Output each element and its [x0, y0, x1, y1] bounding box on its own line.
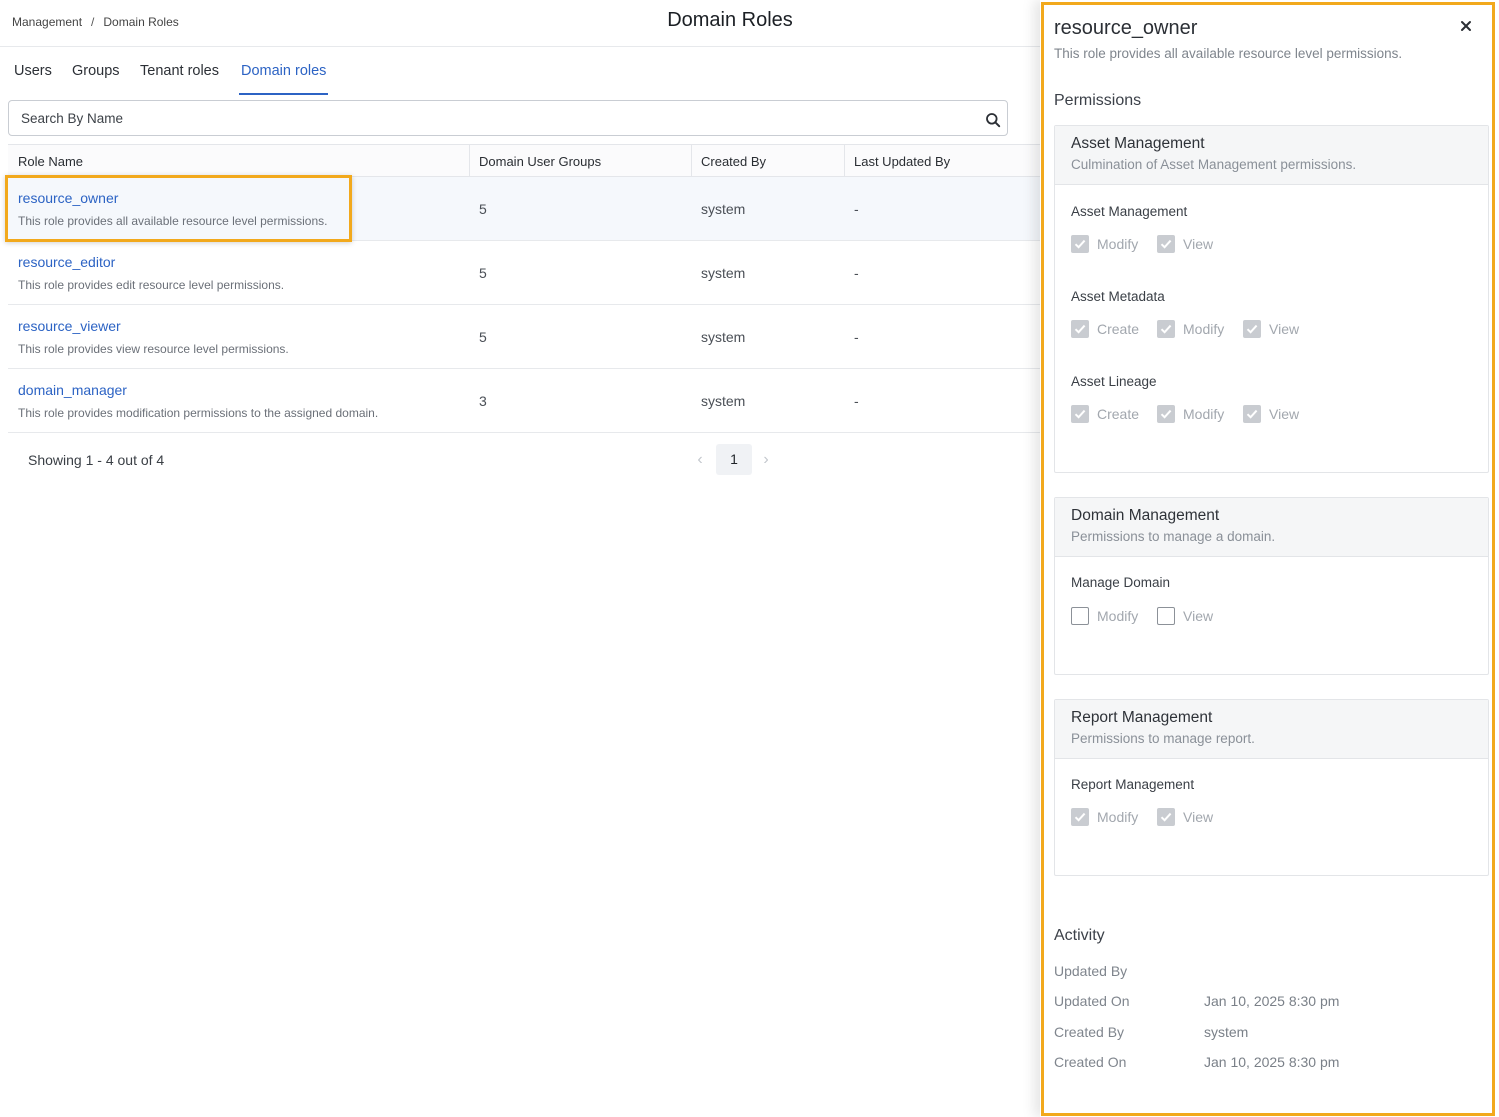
activity-value-created-on: Jan 10, 2025 8:30 pm	[1204, 1054, 1340, 1070]
domain-user-groups-count: 5	[479, 265, 487, 281]
tab-bar: Users Groups Tenant roles Domain roles	[0, 48, 1040, 96]
created-by-value: system	[701, 201, 746, 217]
created-by-value: system	[701, 265, 746, 281]
permission-label-asset-metadata: Asset Metadata	[1071, 289, 1165, 304]
activity-heading: Activity	[1054, 927, 1105, 944]
activity-value-created-by: system	[1204, 1024, 1249, 1040]
tab-tenant-roles[interactable]: Tenant roles	[140, 63, 219, 79]
modify-checkbox[interactable]	[1071, 808, 1089, 826]
activity-value-updated-on: Jan 10, 2025 8:30 pm	[1204, 993, 1340, 1009]
last-updated-by-value: -	[854, 201, 859, 217]
permission-group-header: Asset Management Culmination of Asset Ma…	[1055, 126, 1488, 185]
table-row[interactable]: resource_editor This role provides edit …	[8, 241, 1040, 305]
table-row[interactable]: domain_manager This role provides modifi…	[8, 369, 1040, 433]
last-updated-by-value: -	[854, 265, 859, 281]
search-input[interactable]	[9, 101, 969, 135]
view-checkbox[interactable]	[1157, 808, 1175, 826]
checkbox-label: Modify	[1097, 608, 1139, 624]
permission-label-asset-lineage: Asset Lineage	[1071, 374, 1157, 389]
domain-user-groups-count: 3	[479, 393, 487, 409]
created-by-value: system	[701, 393, 746, 409]
column-header-created-by[interactable]: Created By	[701, 154, 766, 169]
checkbox-label: Create	[1097, 321, 1140, 337]
modify-checkbox[interactable]	[1157, 320, 1175, 338]
domain-user-groups-count: 5	[479, 201, 487, 217]
chevron-left-icon[interactable]: ‹	[690, 449, 710, 471]
pagination-summary: Showing 1 - 4 out of 4	[28, 452, 165, 468]
checkbox-label: View	[1183, 809, 1214, 825]
checkbox-label: Modify	[1097, 809, 1139, 825]
panel-description: This role provides all available resourc…	[1054, 46, 1403, 61]
permissions-heading: Permissions	[1054, 92, 1142, 109]
checkbox-label: Modify	[1097, 236, 1139, 252]
tab-groups[interactable]: Groups	[72, 63, 120, 79]
chevron-right-icon[interactable]: ›	[756, 449, 776, 471]
permission-label-manage-domain: Manage Domain	[1071, 575, 1171, 590]
view-checkbox[interactable]	[1157, 235, 1175, 253]
permission-group-asset-management: Asset Management Culmination of Asset Ma…	[1054, 125, 1489, 473]
permission-group-description: Culmination of Asset Management permissi…	[1071, 157, 1357, 172]
column-header-role-name[interactable]: Role Name	[18, 154, 83, 169]
column-divider	[844, 145, 845, 177]
search-icon[interactable]	[985, 112, 1001, 128]
activity-key-updated-on: Updated On	[1054, 993, 1130, 1009]
checkbox-label: Modify	[1183, 321, 1225, 337]
permission-group-title: Asset Management	[1071, 135, 1205, 152]
column-divider	[469, 145, 470, 177]
permission-group-description: Permissions to manage a domain.	[1071, 529, 1276, 544]
activity-key-created-on: Created On	[1054, 1054, 1127, 1070]
tab-domain-roles[interactable]: Domain roles	[241, 63, 326, 79]
create-checkbox[interactable]	[1071, 320, 1089, 338]
activity-key-updated-by: Updated By	[1054, 963, 1128, 979]
modify-checkbox[interactable]	[1157, 405, 1175, 423]
permission-group-description: Permissions to manage report.	[1071, 731, 1255, 746]
last-updated-by-value: -	[854, 329, 859, 345]
view-checkbox[interactable]	[1243, 405, 1261, 423]
selected-row-highlight	[5, 175, 352, 242]
checkbox-label: Create	[1097, 406, 1140, 422]
checkbox-label: Modify	[1183, 406, 1225, 422]
search-box	[8, 100, 1008, 136]
column-header-last-updated-by[interactable]: Last Updated By	[854, 154, 950, 169]
permission-label-asset-management: Asset Management	[1071, 204, 1188, 219]
permission-group-title: Domain Management	[1071, 507, 1220, 524]
role-description: This role provides edit resource level p…	[18, 278, 285, 292]
roles-table: Role Name Domain User Groups Created By …	[5, 144, 1040, 433]
permission-label-report-management: Report Management	[1071, 777, 1195, 792]
modify-checkbox[interactable]	[1071, 235, 1089, 253]
permission-group-header: Report Management Permissions to manage …	[1055, 700, 1488, 759]
last-updated-by-value: -	[854, 393, 859, 409]
role-details-panel: resource_owner This role provides all av…	[1040, 0, 1499, 1117]
permission-group-report-management: Report Management Permissions to manage …	[1054, 699, 1489, 876]
permission-group-domain-management: Domain Management Permissions to manage …	[1054, 497, 1489, 675]
checkbox-label: View	[1183, 236, 1214, 252]
checkbox-label: View	[1269, 406, 1300, 422]
role-description: This role provides modification permissi…	[18, 406, 379, 420]
checkbox-label: View	[1183, 608, 1214, 624]
table-row[interactable]: resource_owner This role provides all av…	[5, 175, 1040, 242]
create-checkbox[interactable]	[1071, 405, 1089, 423]
close-icon[interactable]	[1456, 16, 1476, 36]
role-description: This role provides view resource level p…	[18, 342, 289, 356]
permission-group-header: Domain Management Permissions to manage …	[1055, 498, 1488, 557]
activity-key-created-by: Created By	[1054, 1024, 1125, 1040]
tab-users[interactable]: Users	[14, 63, 52, 79]
column-header-domain-user-groups[interactable]: Domain User Groups	[479, 154, 601, 169]
table-row[interactable]: resource_viewer This role provides view …	[8, 305, 1040, 369]
modify-checkbox[interactable]	[1071, 607, 1089, 625]
role-name-link[interactable]: resource_viewer	[18, 318, 121, 334]
view-checkbox[interactable]	[1157, 607, 1175, 625]
pagination-page-1[interactable]: 1	[716, 444, 752, 475]
domain-user-groups-count: 5	[479, 329, 487, 345]
view-checkbox[interactable]	[1243, 320, 1261, 338]
created-by-value: system	[701, 329, 746, 345]
role-name-link[interactable]: resource_editor	[18, 254, 115, 270]
table-header: Role Name Domain User Groups Created By …	[8, 144, 1040, 177]
role-name-link[interactable]: domain_manager	[18, 382, 127, 398]
panel-title: resource_owner	[1054, 17, 1198, 39]
permission-group-title: Report Management	[1071, 709, 1213, 726]
column-divider	[691, 145, 692, 177]
checkbox-label: View	[1269, 321, 1300, 337]
active-tab-indicator	[239, 93, 328, 95]
